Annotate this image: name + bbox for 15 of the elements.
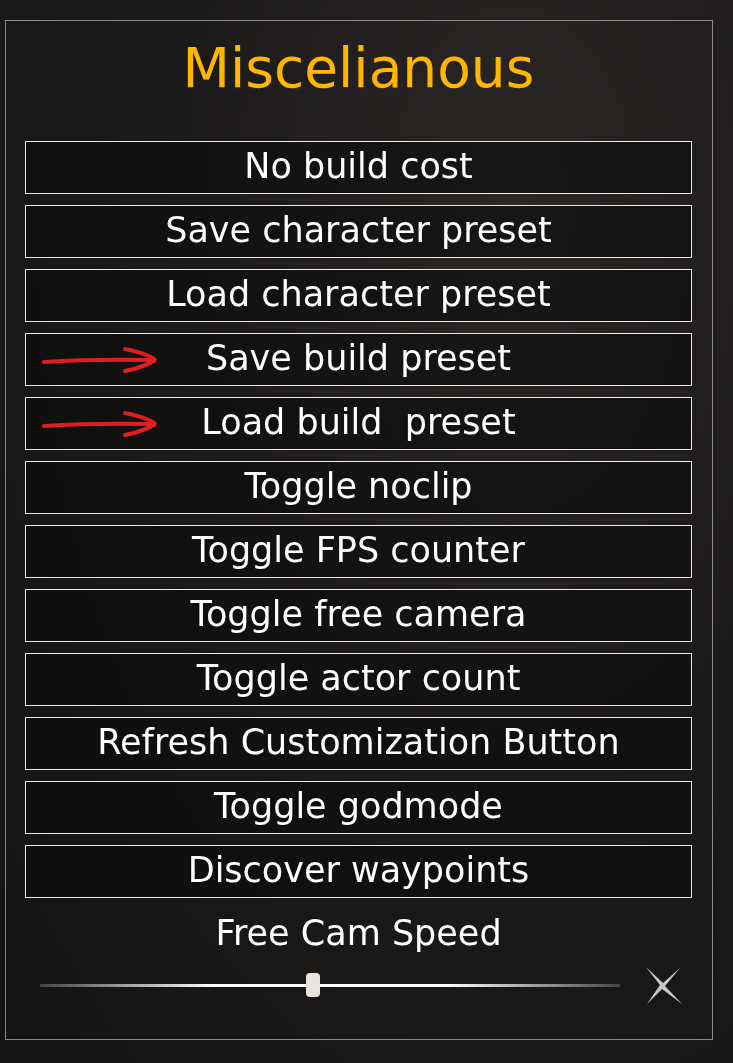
menu-button[interactable]: No build cost bbox=[25, 141, 692, 194]
menu-button[interactable]: Save character preset bbox=[25, 205, 692, 258]
menu-button[interactable]: Toggle actor count bbox=[25, 653, 692, 706]
slider-label: Free Cam Speed bbox=[214, 912, 503, 954]
slider-thumb[interactable] bbox=[305, 973, 320, 997]
menu-button[interactable]: Save build preset bbox=[25, 333, 692, 386]
menu-button[interactable]: Toggle godmode bbox=[25, 781, 692, 834]
menu-button[interactable]: Toggle free camera bbox=[25, 589, 692, 642]
menu-button[interactable]: Refresh Customization Button bbox=[25, 717, 692, 770]
menu-button[interactable]: Load character preset bbox=[25, 269, 692, 322]
panel-title: Miscelianous bbox=[181, 35, 536, 102]
menu-button[interactable]: Load build preset bbox=[25, 397, 692, 450]
menu-button[interactable]: Toggle noclip bbox=[25, 461, 692, 514]
menu-button[interactable]: Discover waypoints bbox=[25, 845, 692, 898]
menu-button[interactable]: Toggle FPS counter bbox=[25, 525, 692, 578]
